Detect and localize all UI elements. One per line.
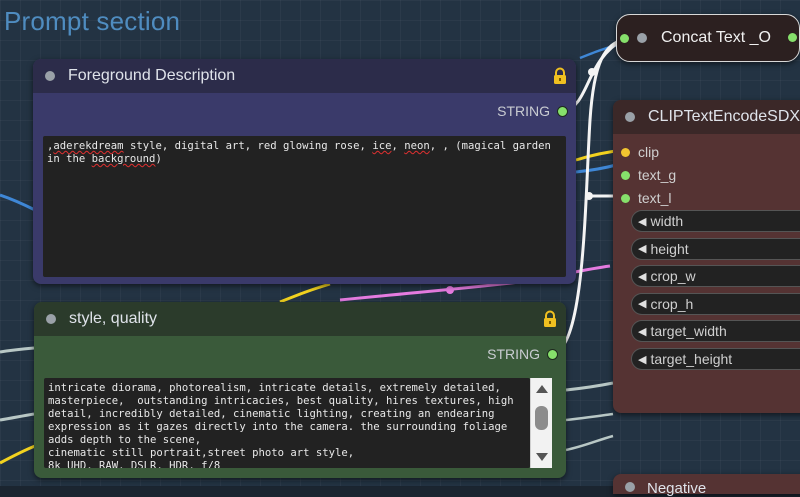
node-header[interactable]: style, quality bbox=[34, 302, 566, 336]
collapse-dot-icon[interactable] bbox=[45, 71, 55, 81]
negative-node[interactable]: Negative bbox=[613, 474, 800, 497]
left-triangle-icon[interactable]: ◀ bbox=[638, 215, 646, 228]
input-socket[interactable] bbox=[621, 193, 630, 203]
style-quality-node[interactable]: style, quality STRING intricate diorama,… bbox=[34, 302, 566, 478]
output-socket[interactable] bbox=[547, 348, 558, 360]
misspelled-word: background bbox=[91, 153, 156, 165]
left-triangle-icon[interactable]: ◀ bbox=[638, 325, 646, 338]
collapse-dot-icon[interactable] bbox=[637, 33, 647, 43]
widget-target-width[interactable]: ◀ target_width bbox=[631, 320, 800, 343]
widget-width[interactable]: ◀ width bbox=[631, 210, 800, 232]
widget-target-height[interactable]: ◀ target_height bbox=[631, 348, 800, 370]
widget-label: width bbox=[650, 213, 684, 229]
text-fragment: ) bbox=[155, 153, 162, 165]
output-socket[interactable] bbox=[557, 105, 568, 117]
wire-grey-right-1 bbox=[565, 381, 614, 392]
widget-crop-w[interactable]: ◀ crop_w bbox=[631, 265, 800, 288]
input-label: text_l bbox=[638, 190, 672, 206]
clip-text-encode-sdxl-node[interactable]: CLIPTextEncodeSDXL clip text_g text_l ◀ wid… bbox=[613, 100, 800, 413]
output-label: STRING bbox=[487, 346, 540, 362]
foreground-description-node[interactable]: Foreground Description STRING , aderekdre… bbox=[33, 59, 576, 284]
input-socket[interactable] bbox=[621, 147, 630, 157]
node-title: style, quality bbox=[69, 310, 158, 327]
wire-grey-left-1 bbox=[0, 346, 35, 354]
input-label: clip bbox=[638, 144, 660, 160]
foreground-text-input[interactable]: , aderekdream style, digital art, red glo… bbox=[43, 136, 566, 277]
input-clip[interactable]: clip bbox=[621, 144, 659, 160]
wire-blue-left bbox=[0, 193, 36, 212]
left-triangle-icon[interactable]: ◀ bbox=[638, 353, 646, 366]
widget-label: crop_w bbox=[650, 268, 696, 285]
text-fragment: , bbox=[391, 140, 405, 152]
lock-icon[interactable] bbox=[552, 67, 568, 85]
node-header[interactable]: Foreground Description bbox=[33, 59, 576, 93]
left-triangle-icon[interactable]: ◀ bbox=[638, 270, 646, 283]
input-text-g[interactable]: text_g bbox=[621, 167, 676, 183]
misspelled-word: ice bbox=[372, 140, 392, 152]
node-title: Concat Text _O bbox=[661, 29, 771, 46]
input-socket[interactable] bbox=[621, 170, 630, 180]
collapse-dot-icon[interactable] bbox=[625, 482, 635, 492]
input-label: text_g bbox=[638, 167, 677, 183]
concat-output-socket[interactable] bbox=[788, 33, 797, 42]
scroll-down-arrow-icon[interactable] bbox=[536, 453, 548, 461]
wire-blue-right bbox=[575, 163, 617, 174]
node-title: CLIPTextEncodeSDXL bbox=[648, 108, 800, 125]
widget-label: target_width bbox=[650, 323, 727, 340]
style-text-input[interactable]: intricate diorama, photorealism, intrica… bbox=[44, 378, 530, 468]
wire-white-reroute-1[interactable] bbox=[588, 68, 596, 76]
lock-icon[interactable] bbox=[542, 310, 558, 328]
widget-crop-h[interactable]: ◀ crop_h bbox=[631, 292, 800, 315]
widget-label: target_height bbox=[650, 351, 733, 367]
wire-yellow-mid bbox=[279, 282, 331, 304]
wire-grey-left-2 bbox=[0, 412, 35, 422]
left-triangle-icon[interactable]: ◀ bbox=[638, 297, 646, 310]
wire-grey-right-3 bbox=[565, 434, 614, 452]
wire-grey-right-2 bbox=[565, 412, 614, 422]
node-header[interactable]: CLIPTextEncodeSDXL bbox=[613, 100, 800, 134]
output-string[interactable]: STRING bbox=[497, 103, 568, 119]
collapse-dot-icon[interactable] bbox=[46, 314, 56, 324]
concat-text-node[interactable]: Concat Text _O bbox=[616, 14, 800, 62]
concat-input-socket[interactable] bbox=[620, 33, 629, 43]
widget-label: crop_h bbox=[650, 295, 694, 312]
misspelled-word: aderekdream bbox=[53, 140, 124, 152]
collapse-dot-icon[interactable] bbox=[625, 112, 635, 122]
wire-yellow-left bbox=[0, 444, 36, 465]
node-title: Negative bbox=[647, 480, 707, 497]
input-text-l[interactable]: text_l bbox=[621, 190, 671, 206]
output-label: STRING bbox=[497, 103, 550, 119]
misspelled-word: neon bbox=[404, 140, 430, 152]
wire-pink-reroute[interactable] bbox=[446, 286, 454, 294]
widget-label: height bbox=[650, 240, 689, 257]
textarea-scrollbar[interactable] bbox=[530, 378, 552, 468]
node-title: Foreground Description bbox=[68, 67, 236, 84]
scroll-thumb[interactable] bbox=[535, 406, 548, 430]
widget-height[interactable]: ◀ height bbox=[631, 237, 800, 260]
scroll-up-arrow-icon[interactable] bbox=[536, 385, 548, 393]
output-string[interactable]: STRING bbox=[487, 346, 558, 362]
left-triangle-icon[interactable]: ◀ bbox=[638, 242, 646, 255]
graph-canvas[interactable]: Prompt section Foreground Description ST… bbox=[0, 0, 800, 497]
text-fragment: style, digital art, red glowing rose, bbox=[123, 140, 373, 152]
